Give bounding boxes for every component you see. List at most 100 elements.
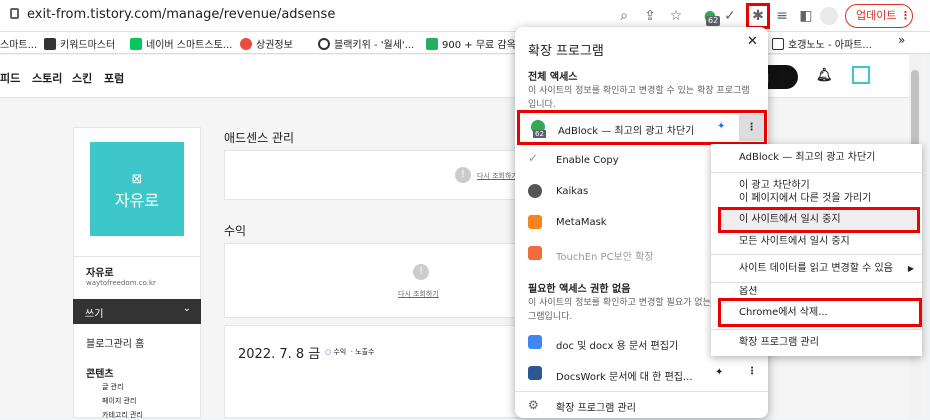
popup-title: 확장 프로그램: [528, 44, 604, 59]
zoom-icon[interactable]: ⌕: [614, 6, 634, 26]
manage-label: 확장 프로그램 관리: [556, 403, 636, 414]
adblock-name: AdBlock — 최고의 광고 차단기: [558, 126, 695, 137]
divider: [711, 282, 922, 283]
nav-skin[interactable]: 스킨: [72, 70, 92, 86]
extension-name: DocsWork 문서에 대 한 편집...: [556, 372, 693, 383]
nav-feed[interactable]: 피드: [0, 70, 20, 86]
bookmark-label: 호갱노노 - 아파트...: [788, 40, 872, 51]
close-icon[interactable]: ✕: [747, 34, 758, 49]
manage-extensions-row[interactable]: ⚙ 확장 프로그램 관리: [515, 393, 768, 418]
scrollbar-thumb[interactable]: [911, 70, 919, 150]
site-access-item[interactable]: 사이트 데이터를 읽고 변경할 수 있음 ▶: [711, 258, 922, 280]
adsense-title: 애드센스 관리: [224, 131, 295, 145]
extension-row[interactable]: DocsWork 문서에 대 한 편집... ✦ ⋮: [515, 358, 768, 390]
legend-revenue: 수익: [333, 348, 347, 356]
nav-forum[interactable]: 포럼: [104, 70, 124, 86]
profile-square-icon[interactable]: [852, 66, 870, 84]
more-bookmarks-icon[interactable]: »: [898, 33, 905, 47]
bookmark-favicon-icon: [240, 38, 252, 50]
update-label: 업데이트: [856, 9, 897, 22]
more-actions-icon[interactable]: ⋮: [739, 114, 764, 141]
menu-dots-icon: ⋮: [899, 9, 911, 22]
extension-name: TouchEn PC보안 확장: [556, 252, 654, 263]
pause-all-item[interactable]: 모든 사이트에서 일시 중지: [711, 231, 922, 253]
bookmark-item[interactable]: 스마트...: [0, 36, 37, 51]
divider: [711, 172, 922, 173]
update-button[interactable]: 업데이트 ⋮: [845, 4, 913, 28]
check-icon: ✓: [528, 151, 539, 165]
bookmark-favicon-icon: [44, 38, 56, 50]
avatar-name: 자유로: [114, 191, 160, 210]
bookmark-favicon-icon: [426, 38, 438, 50]
pin-icon[interactable]: ✦: [715, 367, 723, 378]
more-actions-icon[interactable]: ⋮: [747, 366, 757, 377]
no-access-heading: 필요한 액세스 권한 없음: [528, 284, 631, 295]
badge-count: 62: [533, 130, 546, 138]
pause-site-item[interactable]: 이 사이트에서 일시 중지: [718, 207, 920, 233]
touchen-icon: [528, 246, 542, 260]
extension-name: MetaMask: [556, 217, 607, 228]
chevron-down-icon: ⌄: [182, 303, 191, 314]
reading-list-icon[interactable]: ≡: [772, 6, 792, 26]
manage-extensions-item[interactable]: 확장 프로그램 관리: [711, 332, 922, 354]
write-label: 쓰기: [85, 309, 104, 320]
check-icon[interactable]: ✓: [720, 6, 740, 26]
menu-page-manage[interactable]: 페이지 관리: [102, 396, 136, 406]
alert-icon: !: [413, 264, 429, 280]
revenue-title: 수익: [224, 224, 247, 238]
divider: [711, 254, 922, 255]
bookmark-item[interactable]: 호갱노노 - 아파트...: [772, 36, 872, 51]
hide-element-item[interactable]: 이 페이지에서 다른 것을 가리기: [711, 192, 922, 206]
kaikas-icon: [528, 184, 542, 198]
address-bar[interactable]: exit-from.tistory.com/manage/revenue/ads…: [10, 7, 335, 22]
bookmark-favicon-icon: [318, 38, 330, 50]
adblock-row[interactable]: 62 AdBlock — 최고의 광고 차단기 ✦ ⋮: [517, 110, 767, 145]
blog-name: 자유로: [86, 268, 114, 279]
adblock-toolbar-icon[interactable]: ●62: [700, 6, 721, 26]
blog-url[interactable]: waytofreedom.co.kr: [86, 279, 156, 287]
retry-link[interactable]: 다시 조회하기: [398, 289, 439, 299]
full-access-heading: 전체 액세스: [528, 72, 578, 83]
divider: [515, 391, 768, 392]
divider: [711, 329, 922, 330]
doc-editor-icon: [528, 335, 542, 349]
menu-contents[interactable]: 콘텐츠: [86, 365, 114, 380]
menu-category-manage[interactable]: 카테고리 관리: [102, 410, 143, 420]
bookmark-favicon-icon: [772, 38, 784, 50]
bookmark-item[interactable]: 네이버 스마트스토...: [130, 36, 232, 51]
menu-post-manage[interactable]: 글 관리: [102, 382, 124, 392]
url-text: exit-from.tistory.com/manage/revenue/ads…: [27, 7, 336, 22]
date-label: 2022. 7. 8 금: [238, 347, 321, 362]
pin-icon[interactable]: ✦: [717, 121, 725, 132]
bookmark-label: 블랙키위 - '월세'...: [334, 40, 415, 51]
remove-from-chrome-item[interactable]: Chrome에서 삭제...: [718, 298, 922, 327]
bookmark-label: 상권정보: [256, 40, 293, 51]
share-icon[interactable]: ⇪: [640, 6, 660, 26]
profile-avatar[interactable]: [820, 7, 838, 25]
legend-dot-icon: ·: [350, 348, 353, 356]
bookmark-item[interactable]: 키워드마스터: [44, 36, 115, 51]
gear-icon: ⚙: [528, 398, 539, 412]
bookmark-item[interactable]: 900 + 무료 감옥...: [426, 36, 525, 51]
menu-home[interactable]: 블로그관리 홈: [86, 335, 144, 350]
badge-count: 62: [706, 16, 721, 26]
alert-icon: !: [455, 167, 471, 183]
legend-dot-icon: ○: [325, 348, 332, 356]
extensions-puzzle-icon[interactable]: ✱: [746, 3, 770, 29]
blog-avatar[interactable]: ⊠ 자유로: [90, 142, 184, 236]
bookmark-star-icon[interactable]: ☆: [666, 6, 686, 26]
write-button[interactable]: 쓰기 ⌄: [73, 299, 201, 324]
nav-story[interactable]: 스토리: [32, 70, 62, 86]
site-access-label: 사이트 데이터를 읽고 변경할 수 있음: [739, 263, 893, 274]
extension-name: Enable Copy: [556, 155, 619, 166]
bookmarks-bar: 스마트... 키워드마스터 네이버 스마트스토... 상권정보 블랙키위 - '…: [0, 32, 930, 54]
metamask-icon: [528, 215, 542, 229]
side-panel-icon[interactable]: ◧: [796, 6, 816, 26]
adblock-context-menu: AdBlock — 최고의 광고 차단기 이 광고 차단하기 이 페이지에서 다…: [711, 144, 922, 356]
bookmark-item[interactable]: 블랙키위 - '월세'...: [318, 36, 414, 51]
retry-link[interactable]: 다시 조회하기: [477, 171, 518, 181]
options-item[interactable]: 옵션: [711, 286, 922, 298]
bell-icon[interactable]: 🔔︎: [816, 68, 833, 83]
bookmark-item[interactable]: 상권정보: [240, 36, 293, 51]
adsense-card: ! 다시 조회하기: [224, 150, 524, 200]
